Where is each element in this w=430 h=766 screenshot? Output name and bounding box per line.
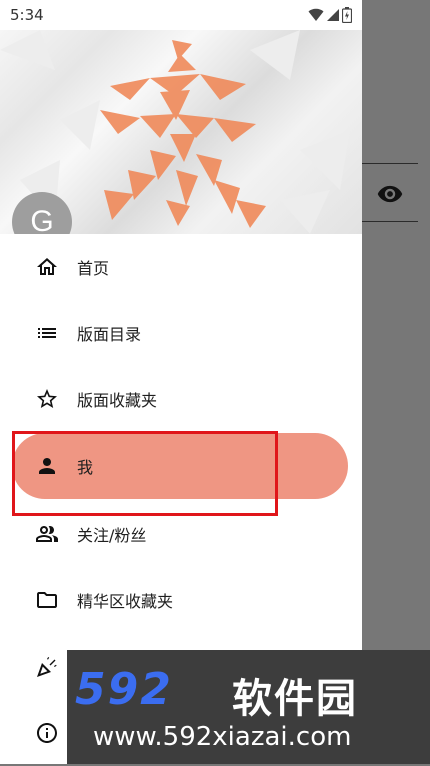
celebration-icon: [34, 654, 60, 680]
status-bar: 5:34: [0, 0, 362, 30]
watermark-logo: 592: [75, 664, 173, 715]
watermark-title: 软件园: [232, 676, 358, 722]
folder-icon: [34, 587, 60, 613]
menu-item-label: 精华区收藏夹: [77, 592, 174, 611]
status-time: 5:34: [10, 6, 44, 24]
menu-item-board-list[interactable]: 版面目录: [12, 300, 348, 366]
home-icon: [34, 254, 60, 280]
avatar-letter: G: [30, 205, 54, 234]
menu-item-label: 关注/粉丝: [77, 526, 147, 545]
menu-item-label: 版面收藏夹: [77, 391, 158, 410]
watermark-url: www.592xiazai.com: [93, 722, 352, 752]
highlight-annotation-box: [12, 431, 278, 516]
people-icon: [34, 521, 60, 547]
watermark-banner: 592 软件园 www.592xiazai.com: [67, 650, 430, 764]
menu-item-digest-favorites[interactable]: 精华区收藏夹: [12, 567, 348, 633]
info-icon: [34, 720, 60, 746]
menu-item-label: 首页: [77, 259, 110, 278]
list-icon: [34, 320, 60, 346]
wifi-icon: [308, 8, 324, 21]
star-icon: [34, 386, 60, 412]
background-divider: [362, 221, 418, 222]
battery-icon: [342, 7, 352, 23]
drawer-header-image: G: [0, 30, 362, 234]
background-divider: [362, 163, 418, 164]
signal-icon: [327, 9, 339, 21]
eye-icon[interactable]: [374, 180, 406, 208]
menu-item-label: 版面目录: [77, 325, 142, 344]
menu-item-board-favorites[interactable]: 版面收藏夹: [12, 366, 348, 432]
menu-item-home[interactable]: 首页: [12, 234, 348, 300]
status-icons: [308, 7, 352, 23]
